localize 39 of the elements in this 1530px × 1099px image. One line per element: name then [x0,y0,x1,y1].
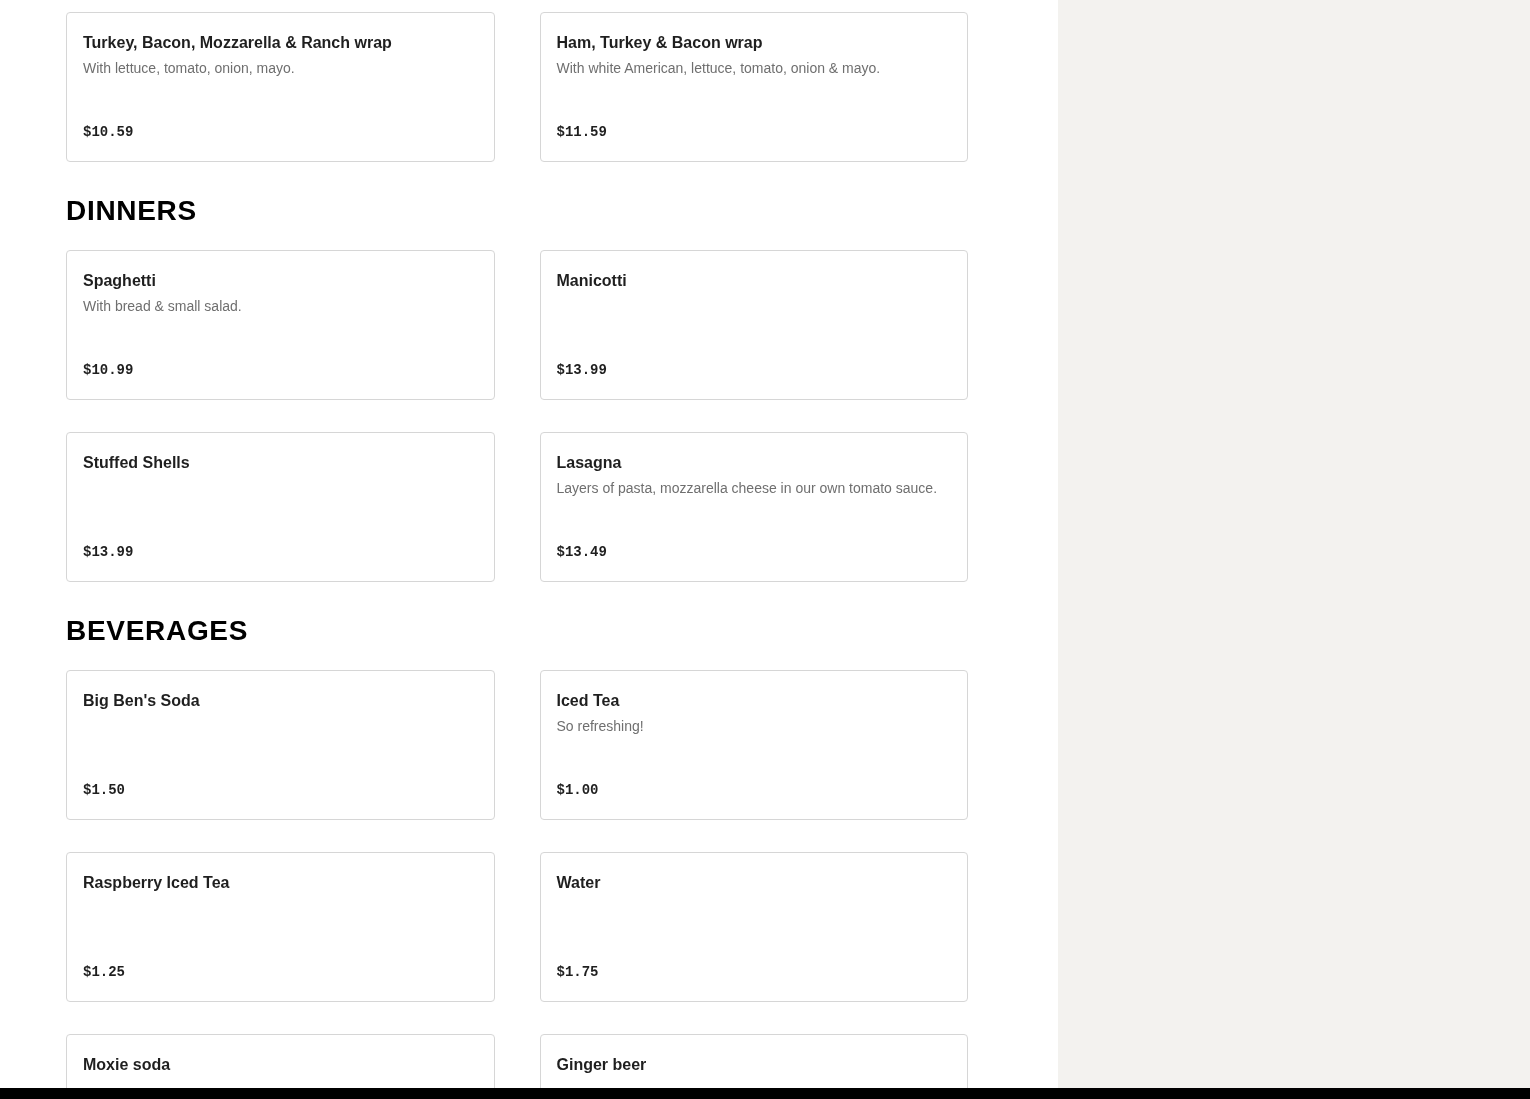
item-price: $13.99 [83,543,135,561]
item-name: Raspberry Iced Tea [83,873,231,893]
section-heading: BEVERAGES [66,614,250,648]
item-name: Stuffed Shells [83,453,191,473]
menu-item-card[interactable]: Water $1.75 [539,852,968,1002]
menu-item-card[interactable]: Raspberry Iced Tea $1.25 [66,852,495,1002]
item-price: $11.59 [556,123,608,141]
menu-item-card[interactable]: Stuffed Shells $13.99 [66,432,495,582]
item-price: $13.49 [556,543,608,561]
item-description: With lettuce, tomato, onion, mayo. [83,59,296,77]
item-price: $1.75 [556,963,600,981]
item-name: Manicotti [556,271,628,291]
item-price: $1.00 [556,781,600,799]
menu-item-card[interactable]: Spaghetti With bread & small salad. $10.99 [66,250,495,400]
item-description: With bread & small salad. [83,297,243,315]
item-name: Turkey, Bacon, Mozzarella & Ranch wrap [83,33,393,53]
item-price: $13.99 [556,361,608,379]
menu-item-card[interactable]: Ham, Turkey & Bacon wrap With white American, lettuce, tomato, onion & mayo. $11.59 [539,12,968,162]
item-name: Water [556,873,602,893]
item-name: Moxie soda [83,1055,172,1075]
item-price: $10.59 [83,123,135,141]
menu-item-card[interactable]: Manicotti $13.99 [539,250,968,400]
item-name: Iced Tea [556,691,621,711]
menu-item-card[interactable]: Lasagna Layers of pasta, mozzarella cheese in our own tomato sauce. $13.49 [539,432,968,582]
item-price: $1.25 [83,963,126,981]
item-price: $1.50 [83,781,126,799]
menu-item-card[interactable]: Turkey, Bacon, Mozzarella & Ranch wrap With lettuce, tomato, onion, mayo. $10.59 [66,12,495,162]
section-heading: DINNERS [66,194,198,228]
menu-item-card[interactable]: Big Ben's Soda $1.50 [66,670,495,820]
item-name: Ginger beer [556,1055,648,1075]
item-description: Layers of pasta, mozzarella cheese in our own tomato sauce. [556,479,939,497]
item-price: $10.99 [83,361,135,379]
item-description: So refreshing! [556,717,645,735]
item-name: Spaghetti [83,271,157,291]
item-description: With white American, lettuce, tomato, onion & mayo. [556,59,882,77]
item-name: Ham, Turkey & Bacon wrap [556,33,764,53]
item-name: Big Ben's Soda [83,691,201,711]
item-name: Lasagna [556,453,623,473]
menu-item-card[interactable]: Iced Tea So refreshing! $1.00 [539,670,968,820]
